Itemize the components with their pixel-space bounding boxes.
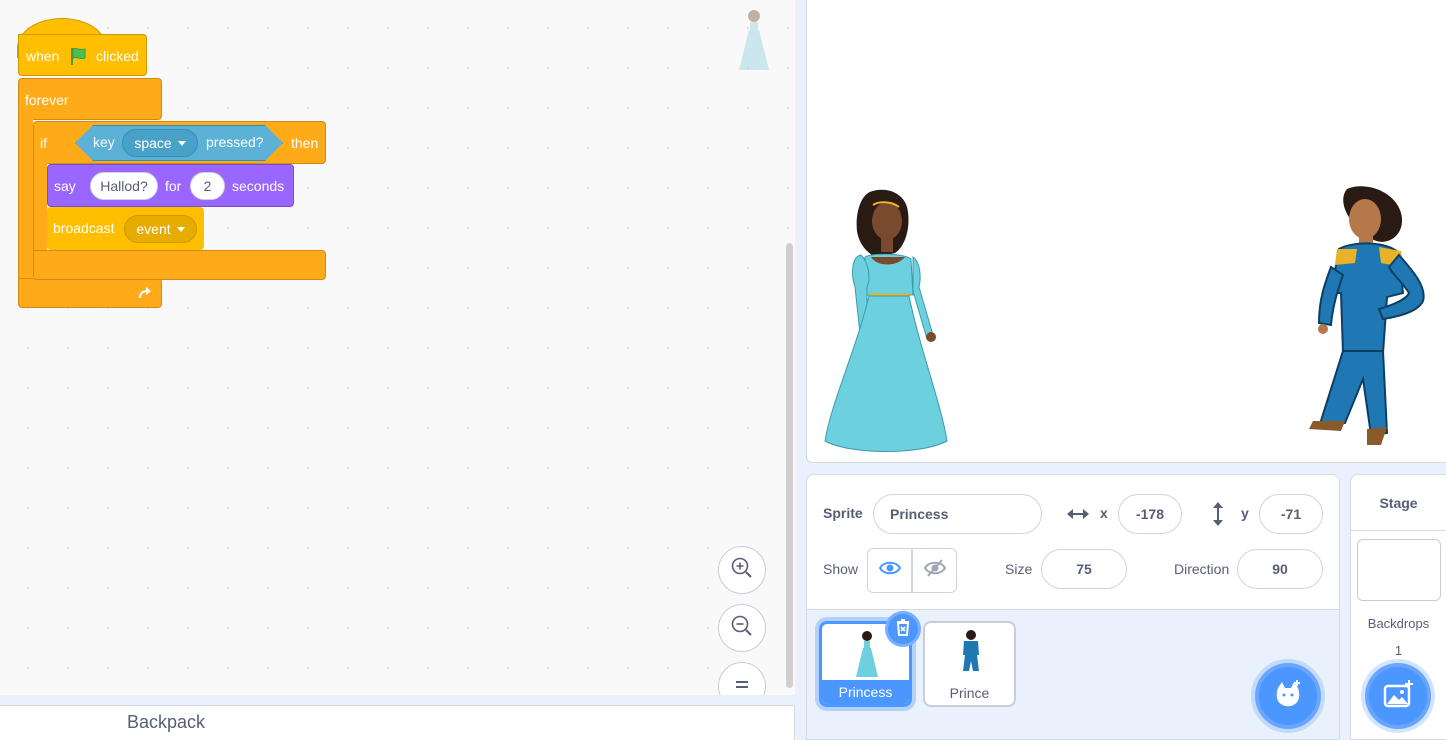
backdrops-count: 1 <box>1394 643 1403 658</box>
sprite-tile-label: Prince <box>949 685 990 701</box>
zoom-in-icon <box>730 556 754 585</box>
direction-label: Direction <box>1174 561 1230 577</box>
add-backdrop-image-icon <box>1383 679 1413 713</box>
forever-arm[interactable] <box>18 118 33 278</box>
trash-icon <box>895 618 911 641</box>
equals-icon <box>732 674 752 696</box>
forever-block-bottom[interactable] <box>18 278 162 308</box>
hide-sprite-button[interactable] <box>912 548 957 593</box>
x-position-input[interactable]: -178 <box>1118 494 1182 534</box>
zoom-in-button[interactable] <box>718 546 766 594</box>
say-seconds-input[interactable]: 2 <box>190 172 225 200</box>
backdrop-thumbnail[interactable] <box>1357 539 1441 601</box>
current-sprite-watermark <box>736 6 772 72</box>
sprite-tile-label: Princess <box>822 680 909 704</box>
for-label: for <box>165 178 182 194</box>
hat-clicked-label: clicked <box>96 48 139 64</box>
stage-target-pane[interactable]: Stage Backdrops 1 <box>1350 474 1446 740</box>
stage-pane-title: Stage <box>1351 475 1446 531</box>
zoom-reset-button[interactable] <box>718 662 766 695</box>
broadcast-label: broadcast <box>53 220 115 236</box>
if-arm[interactable] <box>33 163 47 251</box>
broadcast-dropdown-value: event <box>136 221 171 237</box>
show-sprite-button[interactable] <box>867 548 912 593</box>
zoom-out-button[interactable] <box>718 604 766 652</box>
vertical-arrows-icon <box>1209 501 1227 532</box>
backpack-label: Backpack <box>127 712 206 732</box>
y-label: y <box>1241 505 1249 521</box>
say-label: say <box>54 178 76 194</box>
green-flag-icon <box>69 46 89 69</box>
x-label: x <box>1100 505 1108 521</box>
stage-canvas[interactable] <box>806 0 1446 463</box>
then-label: then <box>291 135 319 151</box>
prince-thumbnail <box>963 630 979 671</box>
direction-input[interactable]: 90 <box>1237 549 1323 589</box>
prince-sprite[interactable] <box>1283 183 1433 449</box>
y-position-input[interactable]: -71 <box>1259 494 1323 534</box>
add-sprite-cat-icon <box>1273 679 1303 714</box>
princess-sprite[interactable] <box>821 183 951 453</box>
backpack[interactable]: Backpack <box>0 705 795 740</box>
key-label: key <box>93 134 115 150</box>
sprite-tile-prince[interactable]: Prince <box>923 621 1016 707</box>
key-dropdown[interactable]: space <box>122 129 198 157</box>
size-input[interactable]: 75 <box>1041 549 1127 589</box>
horizontal-arrows-icon <box>1066 505 1090 528</box>
sprite-name-input[interactable]: Princess <box>873 494 1042 534</box>
show-label: Show <box>823 561 859 577</box>
pressed-label: pressed? <box>206 134 264 150</box>
forever-label: forever <box>25 92 69 108</box>
sprite-pane: Sprite Princess x -178 y -71 Show Size 7… <box>806 474 1340 740</box>
forever-block[interactable]: forever <box>18 78 162 120</box>
size-label: Size <box>1005 561 1033 577</box>
broadcast-dropdown[interactable]: event <box>124 215 197 243</box>
dropdown-caret-icon <box>176 226 185 232</box>
dropdown-caret-icon <box>177 140 186 146</box>
choose-backdrop-button[interactable] <box>1365 663 1431 729</box>
choose-sprite-button[interactable] <box>1255 663 1321 729</box>
sprite-info-panel: Sprite Princess x -178 y -71 Show Size 7… <box>807 475 1339 610</box>
key-dropdown-value: space <box>134 135 172 151</box>
sprite-name-label: Sprite <box>823 505 863 521</box>
when-flag-clicked-block[interactable]: when clicked <box>18 34 147 76</box>
script-area[interactable]: when clicked forever if then key space p… <box>0 0 795 695</box>
delete-sprite-button[interactable] <box>885 611 921 647</box>
loop-arrow-icon <box>137 285 153 304</box>
eye-icon <box>878 560 901 581</box>
eye-slash-icon <box>923 559 946 582</box>
backdrops-label: Backdrops <box>1367 616 1430 631</box>
script-area-scrollbar[interactable] <box>786 243 793 688</box>
say-for-seconds-block[interactable]: say for seconds <box>47 164 294 207</box>
zoom-out-icon <box>730 614 754 643</box>
if-block-bottom[interactable] <box>33 250 326 280</box>
princess-thumbnail <box>856 631 878 677</box>
hat-when-label: when <box>26 48 60 64</box>
say-message-input[interactable]: Hallod? <box>90 172 158 200</box>
seconds-label: seconds <box>232 178 285 194</box>
if-label: if <box>40 135 47 151</box>
